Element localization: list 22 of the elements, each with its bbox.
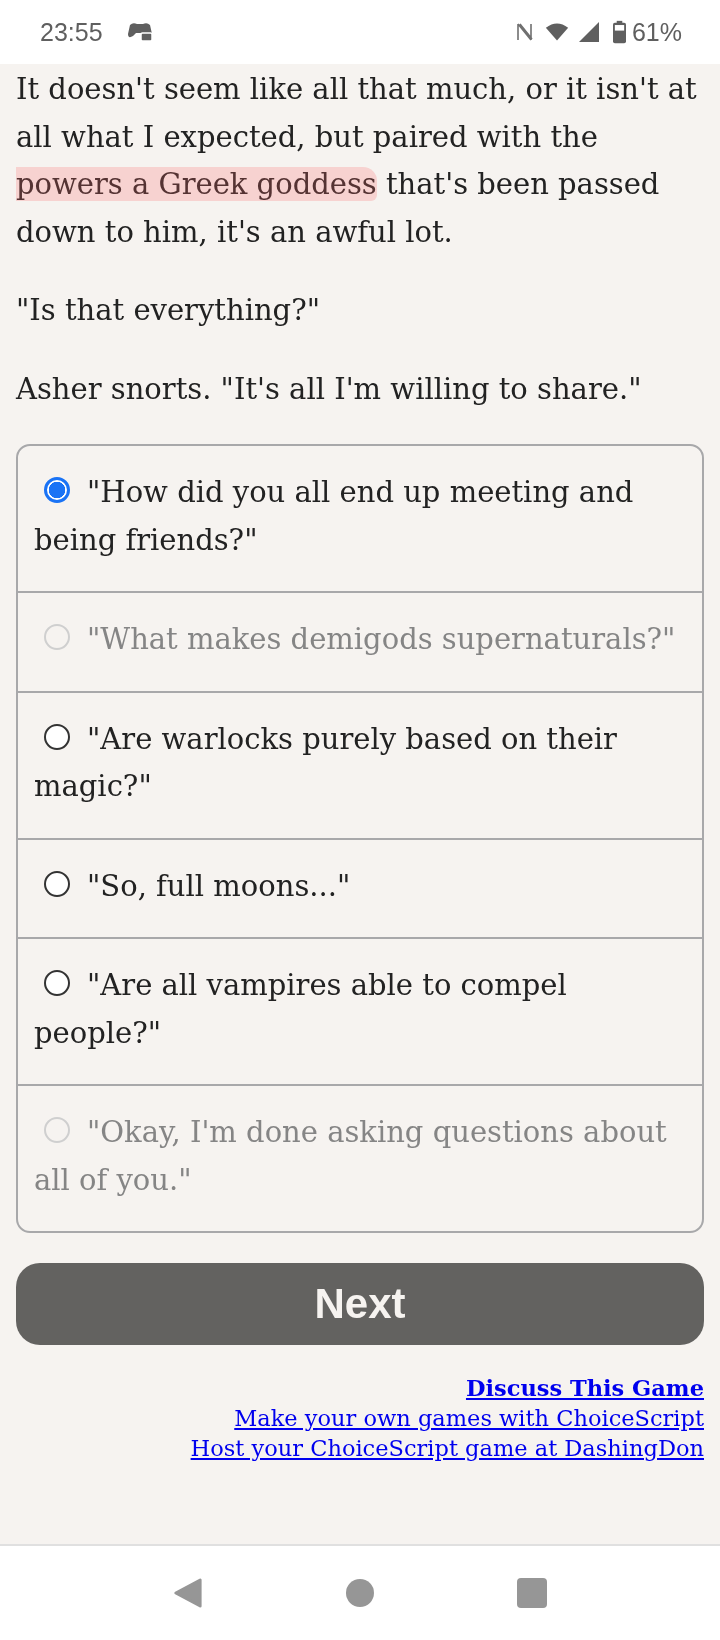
- home-icon[interactable]: [345, 1578, 375, 1608]
- choice-option[interactable]: "So, full moons...": [18, 837, 702, 937]
- wifi-icon: [544, 21, 569, 43]
- battery-icon: [612, 20, 626, 44]
- back-icon[interactable]: [173, 1578, 203, 1608]
- choice-option[interactable]: "Are all vampires able to compel people?": [18, 937, 702, 1084]
- footer-link[interactable]: Make your own games with ChoiceScript: [234, 1403, 704, 1433]
- choice-option[interactable]: "Are warlocks purely based on their magic?": [18, 690, 702, 838]
- story-paragraph: "Is that everything?": [16, 292, 322, 329]
- story-paragraph: It doesn't seem like all that much, or it isn't at all what I expected, but paired with the powers a Greek goddess that's been passed down to him, it's an awful lot.: [16, 71, 698, 251]
- battery-percentage: 61%: [631, 17, 682, 47]
- radio-button[interactable]: [44, 477, 70, 503]
- radio-button[interactable]: [44, 970, 70, 996]
- footer-link[interactable]: Host your ChoiceScript game at DashingDon: [190, 1433, 704, 1463]
- footer-link[interactable]: Discuss This Game: [465, 1373, 704, 1403]
- clock: 23:55: [40, 17, 103, 47]
- next-button[interactable]: Next: [16, 1263, 704, 1345]
- radio-button[interactable]: [44, 723, 70, 750]
- choice-option[interactable]: "How did you all end up meeting and being friends?": [18, 446, 702, 591]
- radio-button[interactable]: [44, 870, 70, 897]
- story-paragraph: Asher snorts. "It's all I'm willing to share.": [16, 370, 643, 408]
- game-controller-icon: [126, 21, 153, 43]
